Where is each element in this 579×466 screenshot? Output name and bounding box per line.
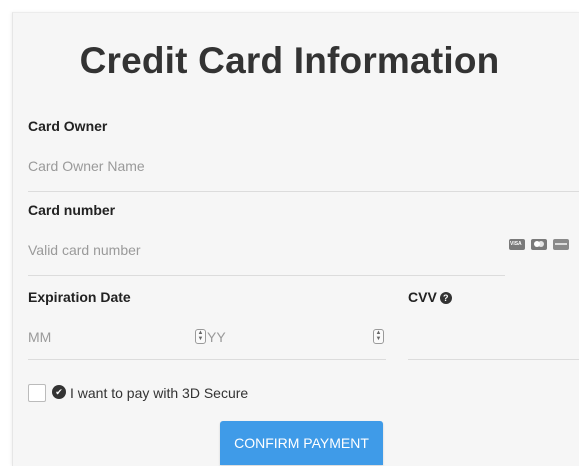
card-brand-icons	[509, 239, 569, 250]
secure-label: I want to pay with 3D Secure	[70, 385, 249, 401]
page-title: Credit Card Information	[79, 40, 500, 81]
month-spinner-icon[interactable]: ▲ ▼	[195, 329, 206, 344]
mastercard-icon	[531, 239, 547, 250]
card-owner-label: Card Owner	[28, 118, 108, 134]
card-number-input[interactable]: Valid card number	[28, 242, 141, 258]
card-owner-input[interactable]: Card Owner Name	[28, 158, 145, 174]
expiration-underline	[28, 359, 386, 360]
cvv-label: CVV?	[408, 289, 452, 305]
card-number-underline	[28, 275, 505, 276]
year-spinner-icon[interactable]: ▲ ▼	[373, 329, 384, 344]
cvv-underline	[408, 359, 579, 360]
card-owner-underline	[28, 191, 579, 192]
question-circle-icon[interactable]: ?	[439, 292, 452, 304]
visa-icon	[509, 239, 525, 250]
cvv-input[interactable]	[408, 320, 579, 356]
cvv-label-text: CVV	[408, 289, 437, 305]
month-select[interactable]: MM	[28, 329, 51, 345]
confirm-payment-button[interactable]: CONFIRM PAYMENT	[220, 421, 383, 465]
secure-checkbox[interactable]	[28, 384, 46, 402]
expiration-label: Expiration Date	[28, 289, 131, 305]
card-number-label: Card number	[28, 202, 116, 218]
check-circle-icon: ✔	[52, 385, 66, 399]
year-select[interactable]: YY	[207, 329, 226, 345]
amex-icon	[553, 239, 569, 250]
